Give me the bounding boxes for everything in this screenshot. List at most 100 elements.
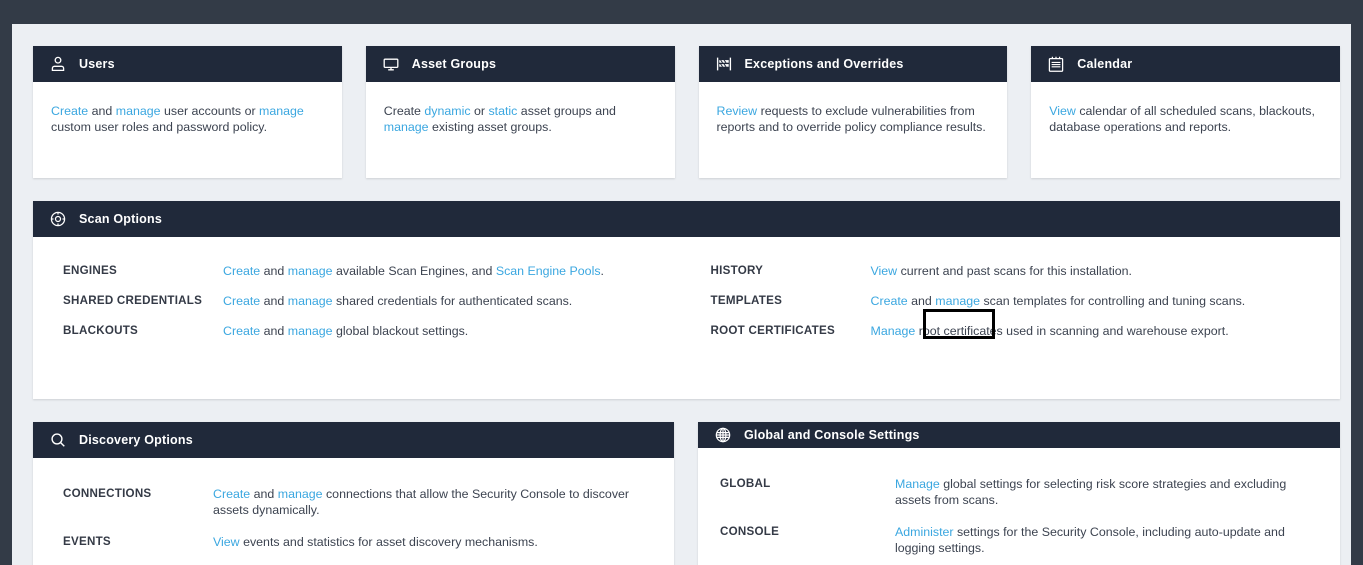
card-calendar-header: Calendar (1031, 46, 1340, 82)
option-label: BLACKOUTS (63, 323, 223, 339)
link-manage[interactable]: Manage (895, 477, 940, 491)
card-calendar: Calendar View calendar of all scheduled … (1031, 46, 1340, 178)
static-text: Create (384, 104, 425, 118)
static-text: and (260, 264, 288, 278)
link-review[interactable]: Review (717, 104, 758, 118)
static-text: settings for the Security Console, inclu… (895, 525, 1285, 555)
link-manage[interactable]: manage (935, 294, 980, 308)
card-exceptions-and-overrides: Exceptions and Overrides Review requests… (699, 46, 1008, 178)
option-label: CONNECTIONS (63, 486, 213, 518)
option-row: ENGINES Create and manage available Scan… (63, 263, 693, 279)
scan-options-left-column: ENGINES Create and manage available Scan… (33, 263, 693, 399)
option-row: GLOBAL Manage global settings for select… (720, 476, 1318, 508)
link-manage[interactable]: manage (288, 264, 333, 278)
link-scan-engine-pools[interactable]: Scan Engine Pools (496, 264, 601, 278)
option-label: GLOBAL (720, 476, 895, 508)
static-text: events and statistics for asset discover… (240, 535, 538, 549)
static-text: global blackout settings. (333, 324, 469, 338)
administration-bottom-panel-row: Discovery Options CONNECTIONS Create and… (33, 422, 1340, 565)
link-create[interactable]: Create (223, 294, 260, 308)
card-asset-groups-title: Asset Groups (412, 57, 496, 71)
link-dynamic[interactable]: dynamic (424, 104, 470, 118)
panel-discovery-options: Discovery Options CONNECTIONS Create and… (33, 422, 674, 565)
scan-options-right-column: HISTORY View current and past scans for … (693, 263, 1341, 399)
option-row: SHARED CREDENTIALS Create and manage sha… (63, 293, 693, 309)
static-text: requests to exclude vulnerabilities from… (717, 104, 986, 134)
link-manage[interactable]: manage (288, 294, 333, 308)
static-text: or (471, 104, 489, 118)
option-description: Create and manage available Scan Engines… (223, 263, 693, 279)
link-view[interactable]: View (871, 264, 898, 278)
option-description: Administer settings for the Security Con… (895, 524, 1318, 556)
static-text: and (88, 104, 116, 118)
link-view[interactable]: View (213, 535, 240, 549)
option-description: Create and manage global blackout settin… (223, 323, 693, 339)
link-create[interactable]: Create (223, 264, 260, 278)
card-exceptions-and-overrides-title: Exceptions and Overrides (745, 57, 904, 71)
link-create[interactable]: Create (223, 324, 260, 338)
card-users-title: Users (79, 57, 115, 71)
static-text: current and past scans for this installa… (897, 264, 1132, 278)
link-administer[interactable]: Administer (895, 525, 954, 539)
link-view[interactable]: View (1049, 104, 1076, 118)
card-calendar-title: Calendar (1077, 57, 1132, 71)
option-label: ROOT CERTIFICATES (711, 323, 871, 339)
panel-global-and-console-settings-header: Global and Console Settings (698, 422, 1340, 448)
card-users-description: Create and manage user accounts or manag… (33, 82, 342, 135)
link-manage[interactable]: Manage (871, 324, 916, 338)
option-label: ENGINES (63, 263, 223, 279)
option-label: EVENTS (63, 534, 213, 550)
option-label: CONSOLE (720, 524, 895, 556)
card-exceptions-and-overrides-header: Exceptions and Overrides (699, 46, 1008, 82)
option-row: CONSOLE Administer settings for the Secu… (720, 524, 1318, 556)
card-asset-groups-header: Asset Groups (366, 46, 675, 82)
panel-discovery-options-body: CONNECTIONS Create and manage connection… (33, 458, 674, 565)
static-text: scan templates for controlling and tunin… (980, 294, 1245, 308)
user-icon (49, 55, 67, 73)
panel-scan-options: Scan Options ENGINES Create and manage a… (33, 201, 1340, 399)
page-canvas: Users Create and manage user accounts or… (12, 24, 1351, 565)
option-description: View events and statistics for asset dis… (213, 534, 664, 550)
static-text: calendar of all scheduled scans, blackou… (1049, 104, 1315, 134)
link-create[interactable]: Create (213, 487, 250, 501)
link-manage[interactable]: manage (259, 104, 304, 118)
static-text: and (260, 294, 288, 308)
static-text: existing asset groups. (429, 120, 552, 134)
option-row: TEMPLATES Create and manage scan templat… (711, 293, 1341, 309)
option-description: Manage root certificates used in scannin… (871, 323, 1341, 339)
static-text: available Scan Engines, and (333, 264, 496, 278)
option-row: EVENTS View events and statistics for as… (63, 534, 664, 550)
panel-global-and-console-settings-body: GLOBAL Manage global settings for select… (698, 448, 1340, 565)
static-text: and (260, 324, 288, 338)
static-text: global settings for selecting risk score… (895, 477, 1286, 507)
static-text: custom user roles and password policy. (51, 120, 267, 134)
link-manage[interactable]: manage (278, 487, 323, 501)
calendar-icon (1047, 55, 1065, 73)
globe-icon (714, 426, 732, 444)
static-text: . (601, 264, 604, 278)
option-row: BLACKOUTS Create and manage global black… (63, 323, 693, 339)
option-description: View current and past scans for this ins… (871, 263, 1341, 279)
link-static[interactable]: static (488, 104, 517, 118)
panel-discovery-options-header: Discovery Options (33, 422, 674, 458)
target-icon (49, 210, 67, 228)
link-create[interactable]: Create (871, 294, 908, 308)
panel-scan-options-title: Scan Options (79, 212, 162, 226)
link-manage[interactable]: manage (116, 104, 161, 118)
static-text: shared credentials for authenticated sca… (333, 294, 573, 308)
administration-top-card-row: Users Create and manage user accounts or… (33, 46, 1340, 178)
panel-global-and-console-settings-title: Global and Console Settings (744, 428, 920, 442)
panel-discovery-options-title: Discovery Options (79, 433, 193, 447)
card-exceptions-and-overrides-description: Review requests to exclude vulnerabiliti… (699, 82, 1008, 135)
panel-scan-options-body: ENGINES Create and manage available Scan… (33, 237, 1340, 399)
option-row: HISTORY View current and past scans for … (711, 263, 1341, 279)
panel-global-and-console-settings: Global and Console Settings GLOBAL Manag… (698, 422, 1340, 565)
option-description: Create and manage scan templates for con… (871, 293, 1341, 309)
link-create[interactable]: Create (51, 104, 88, 118)
link-manage[interactable]: manage (288, 324, 333, 338)
link-manage[interactable]: manage (384, 120, 429, 134)
option-label: HISTORY (711, 263, 871, 279)
static-text: and (250, 487, 278, 501)
option-label: TEMPLATES (711, 293, 871, 309)
card-asset-groups-description: Create dynamic or static asset groups an… (366, 82, 675, 135)
